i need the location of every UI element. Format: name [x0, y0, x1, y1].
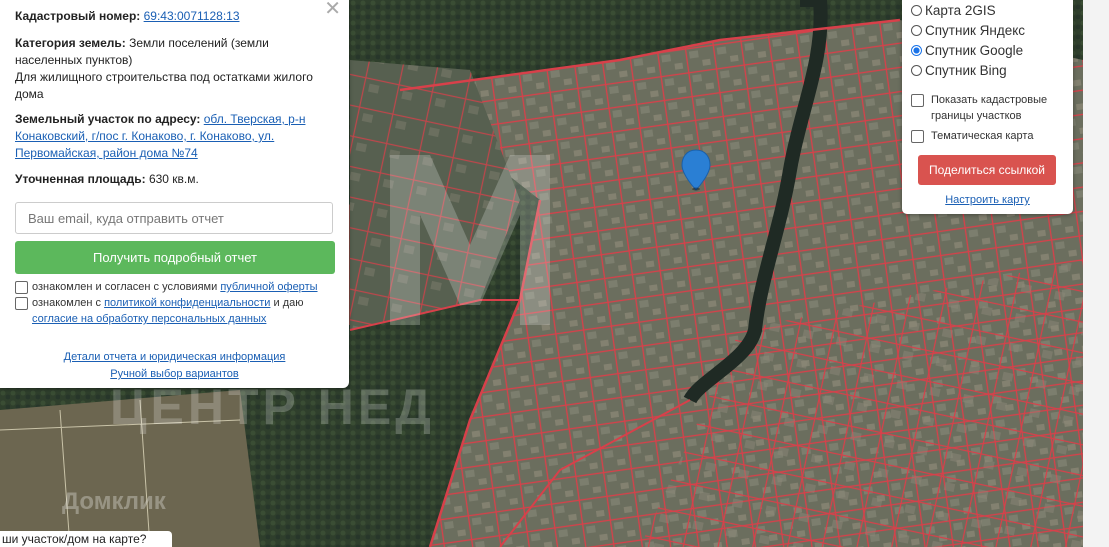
thematic-toggle[interactable]: Тематическая карта: [911, 128, 1033, 144]
manual-footer: Ручной выбор вариантов: [0, 366, 349, 383]
consent-privacy-text-after: и даю: [273, 297, 304, 309]
layer-label-bing: Спутник Bing: [925, 63, 1007, 78]
consent-offer: ознакомлен и согласен с условиями публич…: [15, 279, 318, 295]
thematic-label: Тематическая карта: [931, 130, 1034, 142]
area-label: Уточненная площадь:: [15, 172, 146, 186]
layer-option-2gis[interactable]: Карта 2GIS: [911, 3, 996, 18]
category-row: Категория земель: Земли поселений (земли…: [15, 35, 320, 69]
area-row: Уточненная площадь: 630 кв.м.: [15, 171, 320, 188]
address-row: Земельный участок по адресу: обл. Тверск…: [15, 111, 320, 162]
boundaries-label: Показать кадастровые границы участков: [931, 94, 1048, 122]
category-label: Категория земель:: [15, 36, 126, 50]
consent-offer-text: ознакомлен и согласен с условиями: [32, 281, 218, 293]
boundaries-toggle[interactable]: Показать кадастровые границы участков: [911, 92, 1061, 124]
layer-option-google[interactable]: Спутник Google: [911, 43, 1023, 58]
get-report-button[interactable]: Получить подробный отчет: [15, 241, 335, 274]
radio-2gis[interactable]: [911, 5, 922, 16]
cadastral-number-link[interactable]: 69:43:0071128:13: [144, 9, 240, 23]
area-value: 630 кв.м.: [148, 172, 199, 186]
offer-checkbox[interactable]: [15, 281, 28, 294]
layer-label-google: Спутник Google: [925, 43, 1024, 58]
layer-label-2gis: Карта 2GIS: [925, 3, 996, 18]
configure-map-link[interactable]: Настроить карту: [902, 194, 1073, 206]
layer-label-yandex: Спутник Яндекс: [925, 23, 1026, 38]
layer-option-bing[interactable]: Спутник Bing: [911, 63, 1007, 78]
personal-data-consent-link[interactable]: согласие на обработку персональных данны…: [32, 313, 266, 325]
privacy-checkbox[interactable]: [15, 297, 28, 310]
consent-privacy: ознакомлен с политикой конфиденциальност…: [15, 295, 335, 327]
cadastral-label: Кадастровый номер:: [15, 9, 141, 23]
parcel-info-panel: ✕ Кадастровый номер: 69:43:0071128:13 Ка…: [0, 0, 349, 388]
thematic-checkbox[interactable]: [911, 130, 924, 143]
details-link[interactable]: Детали отчета и юридическая информация: [64, 351, 286, 363]
privacy-policy-link[interactable]: политикой конфиденциальности: [104, 297, 270, 309]
details-footer: Детали отчета и юридическая информация: [0, 349, 349, 366]
boundaries-checkbox[interactable]: [911, 94, 924, 107]
close-icon[interactable]: ✕: [324, 0, 341, 19]
manual-selection-link[interactable]: Ручной выбор вариантов: [110, 368, 238, 380]
layer-option-yandex[interactable]: Спутник Яндекс: [911, 23, 1025, 38]
address-label: Земельный участок по адресу:: [15, 112, 201, 126]
public-offer-link[interactable]: публичной оферты: [220, 281, 317, 293]
cadastral-row: Кадастровый номер: 69:43:0071128:13: [15, 8, 320, 25]
radio-google[interactable]: [911, 45, 922, 56]
consent-privacy-text: ознакомлен с: [32, 297, 102, 309]
page-scrollbar[interactable]: [1083, 0, 1109, 547]
email-input[interactable]: [15, 202, 333, 234]
share-link-button[interactable]: Поделиться ссылкой: [918, 155, 1056, 185]
radio-bing[interactable]: [911, 65, 922, 76]
radio-yandex[interactable]: [911, 25, 922, 36]
map-layers-panel: Карта 2GIS Спутник Яндекс Спутник Google…: [902, 0, 1073, 214]
bottom-tip[interactable]: ши участок/дом на карте?: [0, 531, 172, 547]
purpose-text: Для жилищного строительства под остаткам…: [15, 70, 313, 101]
